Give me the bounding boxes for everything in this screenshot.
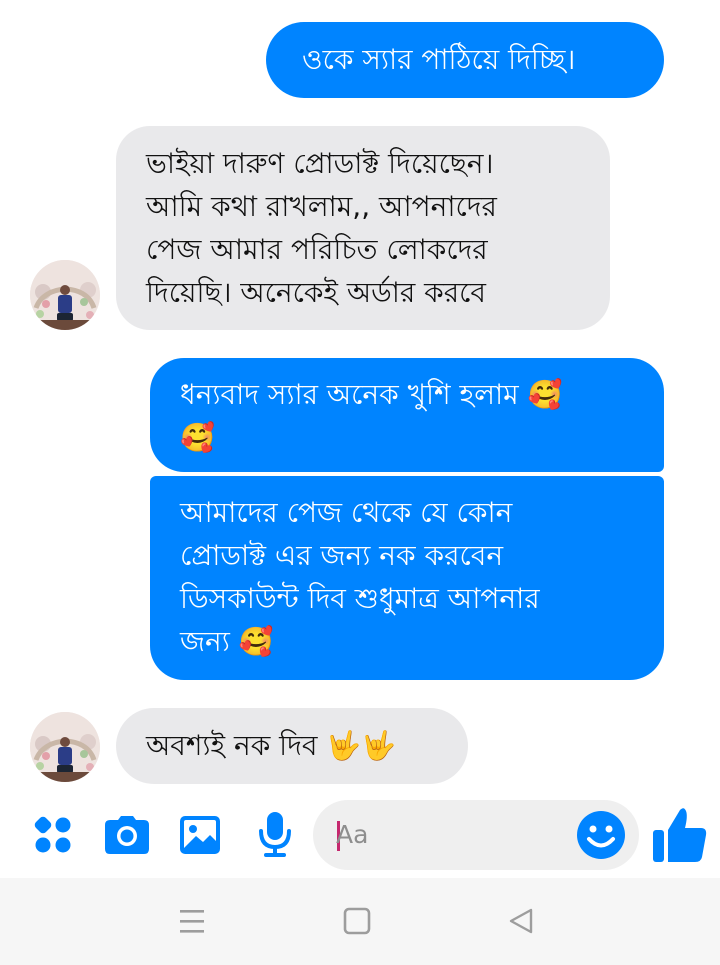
sender-avatar[interactable]: [30, 260, 100, 330]
gallery-button[interactable]: [177, 795, 223, 875]
recent-apps-icon: [180, 910, 204, 933]
recent-apps-button[interactable]: [167, 898, 217, 944]
system-navigation-bar: [0, 878, 720, 965]
back-icon: [509, 908, 533, 934]
sender-avatar[interactable]: [30, 712, 100, 782]
gallery-icon: [180, 816, 220, 854]
message-input[interactable]: Aa: [313, 800, 639, 870]
microphone-icon: [259, 812, 291, 857]
back-button[interactable]: [496, 898, 546, 944]
message-bubble-outgoing[interactable]: ওকে স্যার পাঠিয়ে দিচ্ছি।: [266, 22, 664, 98]
message-bubble-incoming[interactable]: ভাইয়া দারুণ প্রোডাক্ট দিয়েছেন। আমি কথা…: [116, 126, 610, 330]
emoji-smile-icon: [577, 811, 625, 859]
thumbs-up-icon: [653, 808, 707, 862]
message-input-placeholder: Aa: [336, 820, 369, 849]
camera-icon: [105, 816, 149, 854]
message-bubble-outgoing[interactable]: আমাদের পেজ থেকে যে কোন প্রোডাক্ট এর জন্য…: [150, 476, 664, 680]
camera-button[interactable]: [101, 795, 153, 875]
voice-message-button[interactable]: [252, 795, 298, 875]
message-bubble-incoming[interactable]: অবশ্যই নক দিব 🤟🤟: [116, 708, 468, 784]
message-thread: ওকে স্যার পাঠিয়ে দিচ্ছি। ভাইয়া দারুণ প…: [0, 0, 720, 790]
apps-grid-button[interactable]: [27, 795, 79, 875]
message-bubble-outgoing[interactable]: ধন্যবাদ স্যার অনেক খুশি হলাম 🥰 🥰: [150, 358, 664, 472]
emoji-button[interactable]: [576, 810, 626, 860]
thumbs-up-button[interactable]: [650, 795, 710, 875]
home-button[interactable]: [332, 898, 382, 944]
apps-grid-icon: [34, 816, 71, 853]
home-icon: [343, 907, 371, 935]
